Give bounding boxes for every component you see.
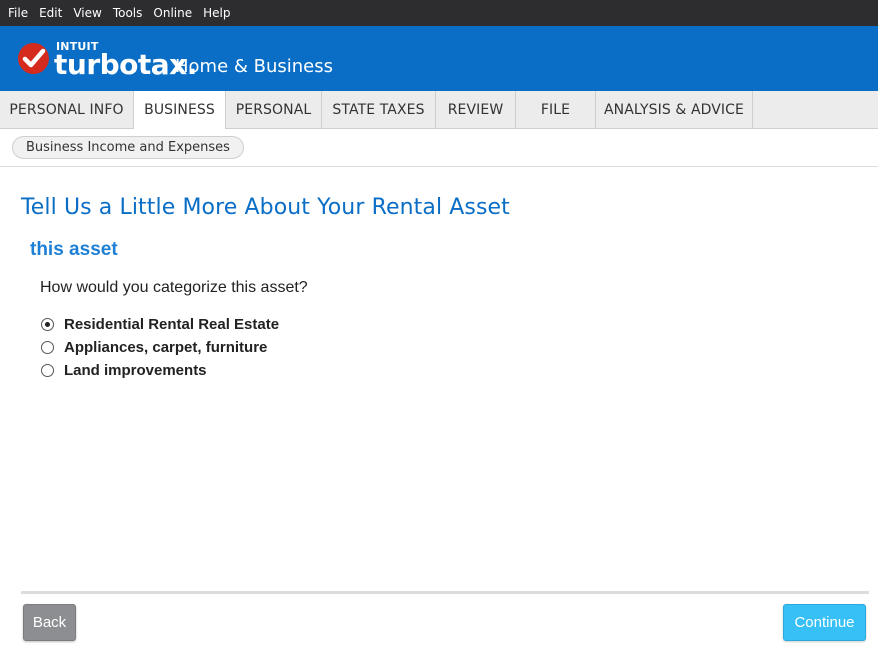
breadcrumb-business-income[interactable]: Business Income and Expenses	[12, 136, 244, 159]
tab-personal[interactable]: PERSONAL	[226, 91, 322, 128]
turbotax-checkmark-icon	[18, 43, 49, 74]
main-tabs: PERSONAL INFO BUSINESS PERSONAL STATE TA…	[0, 91, 878, 129]
menu-online[interactable]: Online	[148, 0, 198, 26]
question-text: How would you categorize this asset?	[40, 279, 308, 296]
menu-tools[interactable]: Tools	[108, 0, 149, 26]
back-button[interactable]: Back	[23, 604, 76, 641]
continue-button[interactable]: Continue	[783, 604, 866, 641]
tab-personal-info[interactable]: PERSONAL INFO	[0, 91, 134, 128]
menu-bar: File Edit View Tools Online Help	[0, 0, 878, 26]
option-residential-rental[interactable]: Residential Rental Real Estate	[41, 313, 279, 336]
option-label: Land improvements	[64, 362, 207, 379]
subnav-bar: Business Income and Expenses	[0, 129, 878, 167]
tab-file[interactable]: FILE	[516, 91, 596, 128]
option-land-improvements[interactable]: Land improvements	[41, 359, 279, 382]
page-title: Tell Us a Little More About Your Rental …	[21, 195, 510, 220]
brand-header: INTUIT turbotax. Home & Business	[0, 26, 878, 91]
tab-review[interactable]: REVIEW	[436, 91, 516, 128]
tab-state-taxes[interactable]: STATE TAXES	[322, 91, 436, 128]
tab-analysis-advice[interactable]: ANALYSIS & ADVICE	[596, 91, 753, 128]
option-appliances[interactable]: Appliances, carpet, furniture	[41, 336, 279, 359]
menu-file[interactable]: File	[3, 0, 34, 26]
edition-label: Home & Business	[175, 56, 334, 77]
menu-view[interactable]: View	[68, 0, 107, 26]
asset-category-options: Residential Rental Real Estate Appliance…	[41, 313, 279, 382]
radio-residential-rental[interactable]	[41, 318, 54, 331]
radio-land-improvements[interactable]	[41, 364, 54, 377]
option-label: Residential Rental Real Estate	[64, 316, 280, 333]
tab-business[interactable]: BUSINESS	[134, 91, 226, 129]
menu-edit[interactable]: Edit	[34, 0, 68, 26]
option-label: Appliances, carpet, furniture	[64, 339, 268, 356]
footer-divider	[21, 591, 869, 594]
radio-appliances[interactable]	[41, 341, 54, 354]
section-title: this asset	[30, 239, 118, 260]
menu-help[interactable]: Help	[198, 0, 236, 26]
